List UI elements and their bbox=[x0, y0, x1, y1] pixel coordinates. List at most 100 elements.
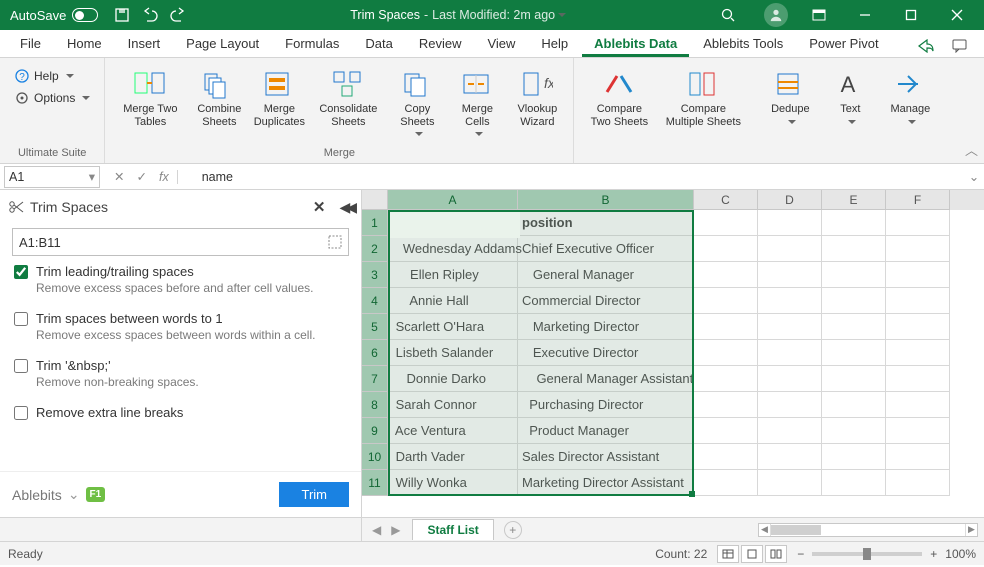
view-normal-icon[interactable] bbox=[717, 545, 739, 563]
status-bar: Ready Count: 22 − + 100% bbox=[0, 541, 984, 565]
autosave-toggle[interactable]: AutoSave bbox=[4, 8, 104, 23]
account-avatar[interactable] bbox=[764, 3, 788, 27]
new-sheet-button[interactable]: + bbox=[504, 521, 522, 539]
spreadsheet-grid[interactable]: A B C D E F 1234567891011 nameposition W… bbox=[362, 190, 984, 517]
zoom-slider[interactable] bbox=[812, 552, 922, 556]
autosave-label: AutoSave bbox=[10, 8, 66, 23]
formula-bar: A1▾ ✕ ✓ fx name ⌄ bbox=[0, 164, 984, 190]
cancel-formula-icon[interactable]: ✕ bbox=[114, 169, 124, 184]
status-ready: Ready bbox=[8, 547, 43, 561]
trim-spaces-pane: Trim Spaces ✕ ◀◀ A1:B11 Trim leading/tra… bbox=[0, 190, 362, 517]
undo-icon[interactable] bbox=[142, 7, 158, 23]
ribbon-display-icon[interactable] bbox=[796, 0, 842, 30]
trim-button[interactable]: Trim bbox=[279, 482, 349, 507]
ribbon-tabs: File Home Insert Page Layout Formulas Da… bbox=[0, 30, 984, 58]
range-picker-icon[interactable] bbox=[328, 235, 342, 249]
accept-formula-icon[interactable]: ✓ bbox=[136, 169, 146, 184]
quick-access-toolbar bbox=[104, 7, 196, 23]
name-box[interactable]: A1▾ bbox=[4, 166, 100, 188]
consolidate-sheets-button[interactable]: Consolidate Sheets bbox=[311, 64, 385, 133]
pane-collapse-icon[interactable]: ◀◀ bbox=[339, 199, 353, 216]
collapse-ribbon-icon[interactable]: ︿ bbox=[965, 140, 978, 159]
tab-data[interactable]: Data bbox=[353, 32, 404, 57]
dedupe-button[interactable]: Dedupe bbox=[762, 64, 818, 131]
view-page-break-icon[interactable] bbox=[765, 545, 787, 563]
svg-text:fx: fx bbox=[544, 75, 553, 91]
range-input[interactable]: A1:B11 bbox=[12, 228, 349, 256]
merge-cells-button[interactable]: Merge Cells bbox=[449, 64, 505, 143]
select-all-corner[interactable] bbox=[362, 190, 388, 210]
col-header-F[interactable]: F bbox=[886, 190, 950, 210]
save-icon[interactable] bbox=[114, 7, 130, 23]
title-bar: AutoSave Trim Spaces - Last Modified: 2m… bbox=[0, 0, 984, 30]
comments-button[interactable] bbox=[944, 35, 976, 57]
svg-text:?: ? bbox=[19, 72, 25, 83]
vlookup-wizard-button[interactable]: fxVlookup Wizard bbox=[509, 64, 565, 133]
merge-two-tables-button[interactable]: Merge Two Tables bbox=[113, 64, 187, 133]
col-header-A[interactable]: A bbox=[388, 190, 518, 210]
window-title: Trim Spaces - Last Modified: 2m ago bbox=[196, 8, 720, 22]
sheet-tab-staff-list[interactable]: Staff List bbox=[412, 519, 493, 540]
col-header-D[interactable]: D bbox=[758, 190, 822, 210]
f1-badge: F1 bbox=[86, 487, 106, 502]
pane-close-icon[interactable]: ✕ bbox=[309, 196, 330, 218]
tab-home[interactable]: Home bbox=[55, 32, 114, 57]
manage-button[interactable]: Manage bbox=[882, 64, 938, 131]
tab-file[interactable]: File bbox=[8, 32, 53, 57]
opt-between-words[interactable]: Trim spaces between words to 1 Remove ex… bbox=[14, 311, 347, 342]
tab-formulas[interactable]: Formulas bbox=[273, 32, 351, 57]
merge-duplicates-button[interactable]: Merge Duplicates bbox=[251, 64, 307, 133]
redo-icon[interactable] bbox=[170, 7, 186, 23]
group-ultimate-suite: ?Help Options Ultimate Suite bbox=[0, 58, 105, 163]
pane-title: Trim Spaces bbox=[30, 199, 108, 215]
tab-page-layout[interactable]: Page Layout bbox=[174, 32, 271, 57]
minimize-button[interactable] bbox=[842, 0, 888, 30]
tab-help[interactable]: Help bbox=[529, 32, 580, 57]
expand-formula-bar-icon[interactable]: ⌄ bbox=[964, 169, 984, 184]
help-menu[interactable]: ?Help bbox=[10, 66, 94, 86]
close-button[interactable] bbox=[934, 0, 980, 30]
zoom-out-icon[interactable]: − bbox=[797, 547, 804, 561]
tab-ablebits-data[interactable]: Ablebits Data bbox=[582, 32, 689, 57]
view-page-layout-icon[interactable] bbox=[741, 545, 763, 563]
compare-multiple-sheets-button[interactable]: Compare Multiple Sheets bbox=[660, 64, 746, 133]
search-icon[interactable] bbox=[720, 7, 736, 23]
maximize-button[interactable] bbox=[888, 0, 934, 30]
opt-line-breaks[interactable]: Remove extra line breaks bbox=[14, 405, 347, 420]
ribbon: ?Help Options Ultimate Suite Merge Two T… bbox=[0, 58, 984, 164]
text-button[interactable]: AText bbox=[822, 64, 878, 131]
tab-ablebits-tools[interactable]: Ablebits Tools bbox=[691, 32, 795, 57]
zoom-control[interactable]: − + 100% bbox=[797, 547, 976, 561]
horizontal-scrollbar[interactable]: ◀▶ bbox=[758, 523, 978, 537]
ablebits-brand[interactable]: Ablebits⌄F1 bbox=[12, 486, 105, 503]
last-modified[interactable]: Last Modified: 2m ago bbox=[432, 8, 566, 22]
share-button[interactable] bbox=[910, 35, 942, 57]
zoom-level: 100% bbox=[945, 547, 976, 561]
row-headers: 1234567891011 bbox=[362, 210, 388, 517]
sheet-nav-prev-icon[interactable]: ◀ bbox=[372, 523, 381, 537]
tab-review[interactable]: Review bbox=[407, 32, 474, 57]
compare-two-sheets-button[interactable]: Compare Two Sheets bbox=[582, 64, 656, 133]
col-header-E[interactable]: E bbox=[822, 190, 886, 210]
col-header-C[interactable]: C bbox=[694, 190, 758, 210]
copy-sheets-button[interactable]: Copy Sheets bbox=[389, 64, 445, 143]
insert-function-icon[interactable]: fx bbox=[159, 170, 178, 184]
opt-leading-trailing[interactable]: Trim leading/trailing spaces Remove exce… bbox=[14, 264, 347, 295]
options-menu[interactable]: Options bbox=[10, 88, 94, 108]
combine-sheets-button[interactable]: Combine Sheets bbox=[191, 64, 247, 133]
sheet-nav-next-icon[interactable]: ▶ bbox=[391, 523, 400, 537]
sheet-tab-bar: ◀▶ Staff List + ◀▶ bbox=[0, 517, 984, 541]
svg-text:A: A bbox=[841, 72, 856, 97]
tab-insert[interactable]: Insert bbox=[116, 32, 173, 57]
group-compare: Compare Two Sheets Compare Multiple Shee… bbox=[574, 58, 754, 163]
opt-nbsp[interactable]: Trim '&nbsp;' Remove non-breaking spaces… bbox=[14, 358, 347, 389]
tab-power-pivot[interactable]: Power Pivot bbox=[797, 32, 890, 57]
formula-input[interactable]: name bbox=[196, 170, 964, 184]
group-merge: Merge Two Tables Combine Sheets Merge Du… bbox=[105, 58, 574, 163]
cells[interactable]: nameposition Wednesday AddamsChief Execu… bbox=[388, 210, 984, 517]
autosave-switch[interactable] bbox=[72, 8, 98, 22]
tab-view[interactable]: View bbox=[475, 32, 527, 57]
zoom-in-icon[interactable]: + bbox=[930, 547, 937, 561]
col-header-B[interactable]: B bbox=[518, 190, 694, 210]
scissors-icon bbox=[8, 199, 24, 215]
